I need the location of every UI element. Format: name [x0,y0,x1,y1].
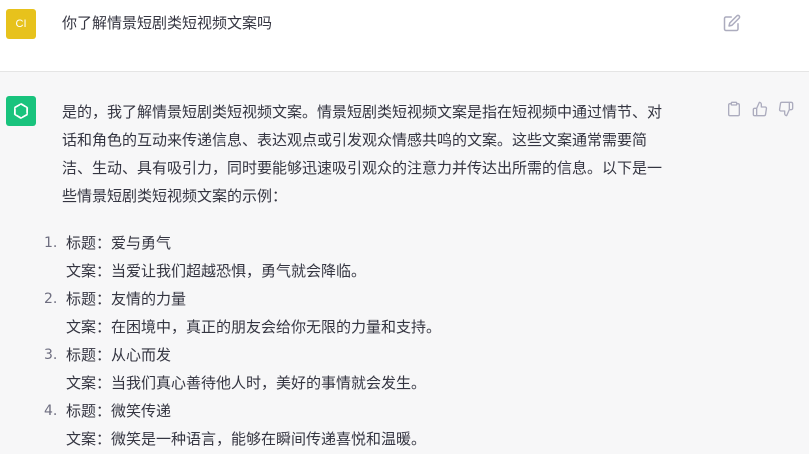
list-item-copy: 文案：微笑是一种语言，能够在瞬间传递喜悦和温暖。 [66,430,427,448]
edit-icon[interactable] [723,14,741,32]
examples-list: 1. 标题：爱与勇气 文案：当爱让我们超越恐惧，勇气就会降临。 2. 标题：友情… [0,229,809,453]
list-item-number: 1. [44,235,58,251]
list-item-number: 2. [44,291,58,307]
list-item: 1. 标题：爱与勇气 文案：当爱让我们超越恐惧，勇气就会降临。 [0,229,809,285]
list-item: 4. 标题：微笑传递 文案：微笑是一种语言，能够在瞬间传递喜悦和温暖。 [0,397,809,453]
list-item: 3. 标题：从心而发 文案：当我们真心善待他人时，美好的事情就会发生。 [0,341,809,397]
list-item-copy: 文案：当我们真心善待他人时，美好的事情就会发生。 [66,374,427,392]
list-item-title: 标题：从心而发 [66,346,172,364]
assistant-message-row: 是的，我了解情景短剧类短视频文案。情景短剧类短视频文案是指在短视频中通过情节、对… [0,72,809,454]
list-item-title: 标题：友情的力量 [66,290,187,308]
list-item-number: 4. [44,403,58,419]
assistant-intro-text: 是的，我了解情景短剧类短视频文案。情景短剧类短视频文案是指在短视频中通过情节、对… [62,98,712,210]
user-message-row: CI 你了解情景短剧类短视频文案吗 [0,0,809,72]
intro-line: 话和角色的互动来传递信息、表达观点或引发观众情感共鸣的文案。这些文案通常需要简 [62,131,648,149]
user-avatar-initials: CI [15,18,27,30]
list-item-title: 标题：爱与勇气 [66,234,172,252]
intro-line: 是的，我了解情景短剧类短视频文案。情景短剧类短视频文案是指在短视频中通过情节、对 [62,103,663,121]
clipboard-icon[interactable] [725,100,743,118]
list-item: 2. 标题：友情的力量 文案：在困境中，真正的朋友会给你无限的力量和支持。 [0,285,809,341]
list-item-copy: 文案：在困境中，真正的朋友会给你无限的力量和支持。 [66,318,442,336]
thumbs-down-icon[interactable] [777,100,795,118]
intro-line: 洁、生动、具有吸引力，同时要能够迅速吸引观众的注意力并传达出所需的信息。以下是一 [62,159,663,177]
thumbs-up-icon[interactable] [751,100,769,118]
user-avatar: CI [6,9,36,39]
user-message-text: 你了解情景短剧类短视频文案吗 [62,14,273,32]
list-item-number: 3. [44,347,58,363]
intro-line: 些情景短剧类短视频文案的示例： [62,187,288,205]
openai-logo-icon [6,96,36,126]
list-item-title: 标题：微笑传递 [66,402,172,420]
list-item-copy: 文案：当爱让我们超越恐惧，勇气就会降临。 [66,262,367,280]
message-actions [725,100,795,118]
